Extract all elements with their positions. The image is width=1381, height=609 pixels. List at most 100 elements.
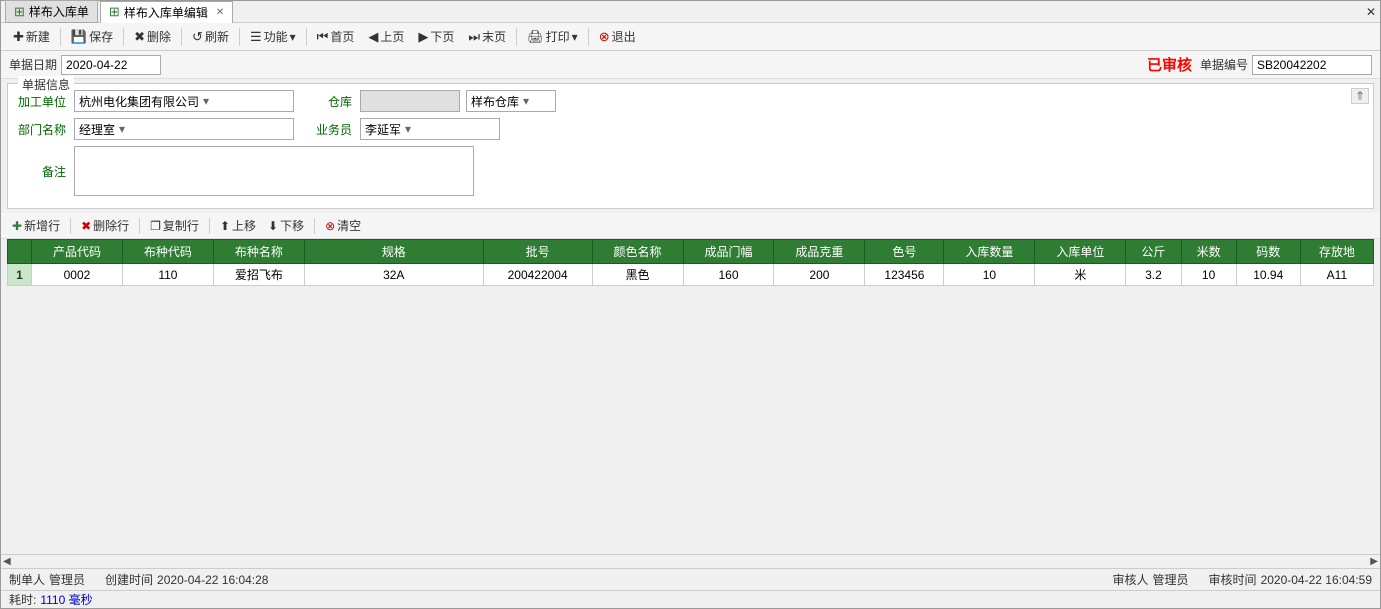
cell-meters: 10 bbox=[1181, 264, 1236, 286]
add-row-button[interactable]: ✚ 新增行 bbox=[7, 216, 65, 235]
exit-button[interactable]: ⊗ 退出 bbox=[593, 26, 642, 47]
department-value: 经理室 bbox=[79, 121, 115, 138]
delete-icon: ✖ bbox=[134, 29, 145, 45]
new-label: 新建 bbox=[26, 28, 50, 45]
cell-inbound-unit: 米 bbox=[1035, 264, 1126, 286]
print-button[interactable]: 🖨 打印 ▾ bbox=[521, 26, 584, 47]
move-down-button[interactable]: ⬇ 下移 bbox=[263, 216, 309, 235]
function-icon: ☰ bbox=[250, 29, 262, 45]
cell-color-no: 123456 bbox=[865, 264, 944, 286]
warehouse-value: 样布仓库 bbox=[471, 93, 519, 110]
col-meters: 米数 bbox=[1181, 240, 1236, 264]
warehouse-select[interactable]: 样布仓库 ▾ bbox=[466, 90, 556, 112]
first-page-icon: ⏮ bbox=[317, 29, 329, 45]
new-icon: ✚ bbox=[13, 29, 24, 45]
col-spec: 规格 bbox=[304, 240, 483, 264]
col-color-name: 颜色名称 bbox=[592, 240, 683, 264]
save-button[interactable]: 💾 保存 bbox=[65, 26, 119, 47]
auditor-item: 审核人 管理员 bbox=[1113, 571, 1189, 588]
col-rolls: 码数 bbox=[1236, 240, 1300, 264]
sales-rep-value: 李延军 bbox=[365, 121, 401, 138]
form-row-3: 备注 bbox=[16, 146, 1365, 196]
sep6 bbox=[516, 28, 517, 46]
sep2 bbox=[123, 28, 124, 46]
cell-location: A11 bbox=[1300, 264, 1373, 286]
tab1-icon: ⊞ bbox=[14, 4, 25, 20]
tab-list[interactable]: ⊞ 样布入库单 bbox=[5, 0, 98, 23]
form-section: 单据信息 ⇑ 加工单位 杭州电化集团有限公司 ▾ 仓库 样布仓库 ▾ 部门名称 … bbox=[7, 83, 1374, 209]
tab1-label: 样布入库单 bbox=[29, 3, 89, 20]
cell-batch: 200422004 bbox=[483, 264, 592, 286]
cell-fabric-name: 爱招飞布 bbox=[213, 264, 304, 286]
col-fabric-name: 布种名称 bbox=[213, 240, 304, 264]
print-icon: 🖨 bbox=[527, 29, 544, 45]
title-bar: ⊞ 样布入库单 ⊞ 样布入库单编辑 ✕ ✕ bbox=[1, 1, 1380, 23]
copy-row-icon: ❐ bbox=[150, 219, 161, 233]
horizontal-scrollbar[interactable]: ◀ ▶ bbox=[1, 554, 1380, 568]
form-collapse-btn[interactable]: ⇑ bbox=[1351, 88, 1369, 104]
cell-spec: 32A bbox=[304, 264, 483, 286]
cell-seq: 1 bbox=[8, 264, 32, 286]
next-page-button[interactable]: ▶ 下页 bbox=[412, 26, 460, 47]
audited-label: 已审核 bbox=[1147, 54, 1192, 75]
tab-edit[interactable]: ⊞ 样布入库单编辑 ✕ bbox=[100, 1, 233, 23]
department-select[interactable]: 经理室 ▾ bbox=[74, 118, 294, 140]
cell-kg: 3.2 bbox=[1126, 264, 1181, 286]
col-inbound-unit: 入库单位 bbox=[1035, 240, 1126, 264]
refresh-button[interactable]: ↺ 刷新 bbox=[186, 26, 235, 47]
sales-rep-select[interactable]: 李延军 ▾ bbox=[360, 118, 500, 140]
tab2-close[interactable]: ✕ bbox=[216, 7, 224, 18]
new-button[interactable]: ✚ 新建 bbox=[7, 26, 56, 47]
doc-number-input[interactable] bbox=[1252, 55, 1372, 75]
window-close-btn[interactable]: ✕ bbox=[1366, 5, 1376, 19]
copy-row-button[interactable]: ❐ 复制行 bbox=[145, 216, 204, 235]
last-page-icon: ⏭ bbox=[468, 29, 480, 45]
scroll-left-btn[interactable]: ◀ bbox=[3, 556, 11, 567]
grid-sep2 bbox=[139, 218, 140, 234]
scroll-right-btn[interactable]: ▶ bbox=[1370, 556, 1378, 567]
move-up-button[interactable]: ⬆ 上移 bbox=[215, 216, 261, 235]
move-down-label: 下移 bbox=[280, 217, 304, 234]
sep5 bbox=[306, 28, 307, 46]
cell-fabric-code: 110 bbox=[122, 264, 213, 286]
table-header-row: 产品代码 布种代码 布种名称 规格 批号 颜色名称 成品门幅 成品克重 色号 入… bbox=[8, 240, 1374, 264]
time-spent-label: 耗时: bbox=[9, 591, 36, 608]
clear-button[interactable]: ⊗ 清空 bbox=[320, 216, 366, 235]
cell-width: 160 bbox=[683, 264, 774, 286]
first-page-button[interactable]: ⏮ 首页 bbox=[311, 26, 361, 47]
processing-unit-value: 杭州电化集团有限公司 bbox=[79, 93, 199, 110]
date-row: 单据日期 已审核 单据编号 bbox=[1, 51, 1380, 79]
exit-label: 退出 bbox=[612, 28, 636, 45]
remark-label: 备注 bbox=[16, 163, 66, 180]
col-fabric-code: 布种代码 bbox=[122, 240, 213, 264]
col-weight: 成品克重 bbox=[774, 240, 865, 264]
add-row-icon: ✚ bbox=[12, 219, 22, 233]
remark-input[interactable] bbox=[74, 146, 474, 196]
prev-page-button[interactable]: ◀ 上页 bbox=[362, 26, 410, 47]
grid-toolbar: ✚ 新增行 ✖ 删除行 ❐ 复制行 ⬆ 上移 ⬇ 下移 ⊗ 清空 bbox=[1, 213, 1380, 239]
table-row[interactable]: 10002110爱招飞布32A200422004黑色16020012345610… bbox=[8, 264, 1374, 286]
clear-icon: ⊗ bbox=[325, 219, 335, 233]
next-page-label: 下页 bbox=[430, 28, 454, 45]
processing-unit-select[interactable]: 杭州电化集团有限公司 ▾ bbox=[74, 90, 294, 112]
department-arrow: ▾ bbox=[119, 122, 125, 136]
delete-row-button[interactable]: ✖ 删除行 bbox=[76, 216, 134, 235]
clear-label: 清空 bbox=[337, 217, 361, 234]
toolbar: ✚ 新建 💾 保存 ✖ 删除 ↺ 刷新 ☰ 功能 ▾ ⏮ 首页 ◀ 上页 ▶ 下… bbox=[1, 23, 1380, 51]
date-input[interactable] bbox=[61, 55, 161, 75]
last-page-button[interactable]: ⏭ 末页 bbox=[462, 26, 512, 47]
delete-button[interactable]: ✖ 删除 bbox=[128, 26, 177, 47]
creator-item: 制单人 管理员 bbox=[9, 571, 85, 588]
grid-sep1 bbox=[70, 218, 71, 234]
save-label: 保存 bbox=[89, 28, 113, 45]
form-section-title: 单据信息 bbox=[18, 76, 74, 93]
processing-unit-label: 加工单位 bbox=[16, 93, 66, 110]
time-spent-bar: 耗时: 1110 毫秒 bbox=[1, 590, 1380, 608]
function-button[interactable]: ☰ 功能 ▾ bbox=[244, 26, 302, 47]
add-row-label: 新增行 bbox=[24, 217, 60, 234]
col-location: 存放地 bbox=[1300, 240, 1373, 264]
created-time-label: 创建时间 bbox=[105, 571, 153, 588]
print-arrow: ▾ bbox=[572, 30, 578, 44]
sep3 bbox=[181, 28, 182, 46]
function-label: 功能 bbox=[264, 28, 288, 45]
